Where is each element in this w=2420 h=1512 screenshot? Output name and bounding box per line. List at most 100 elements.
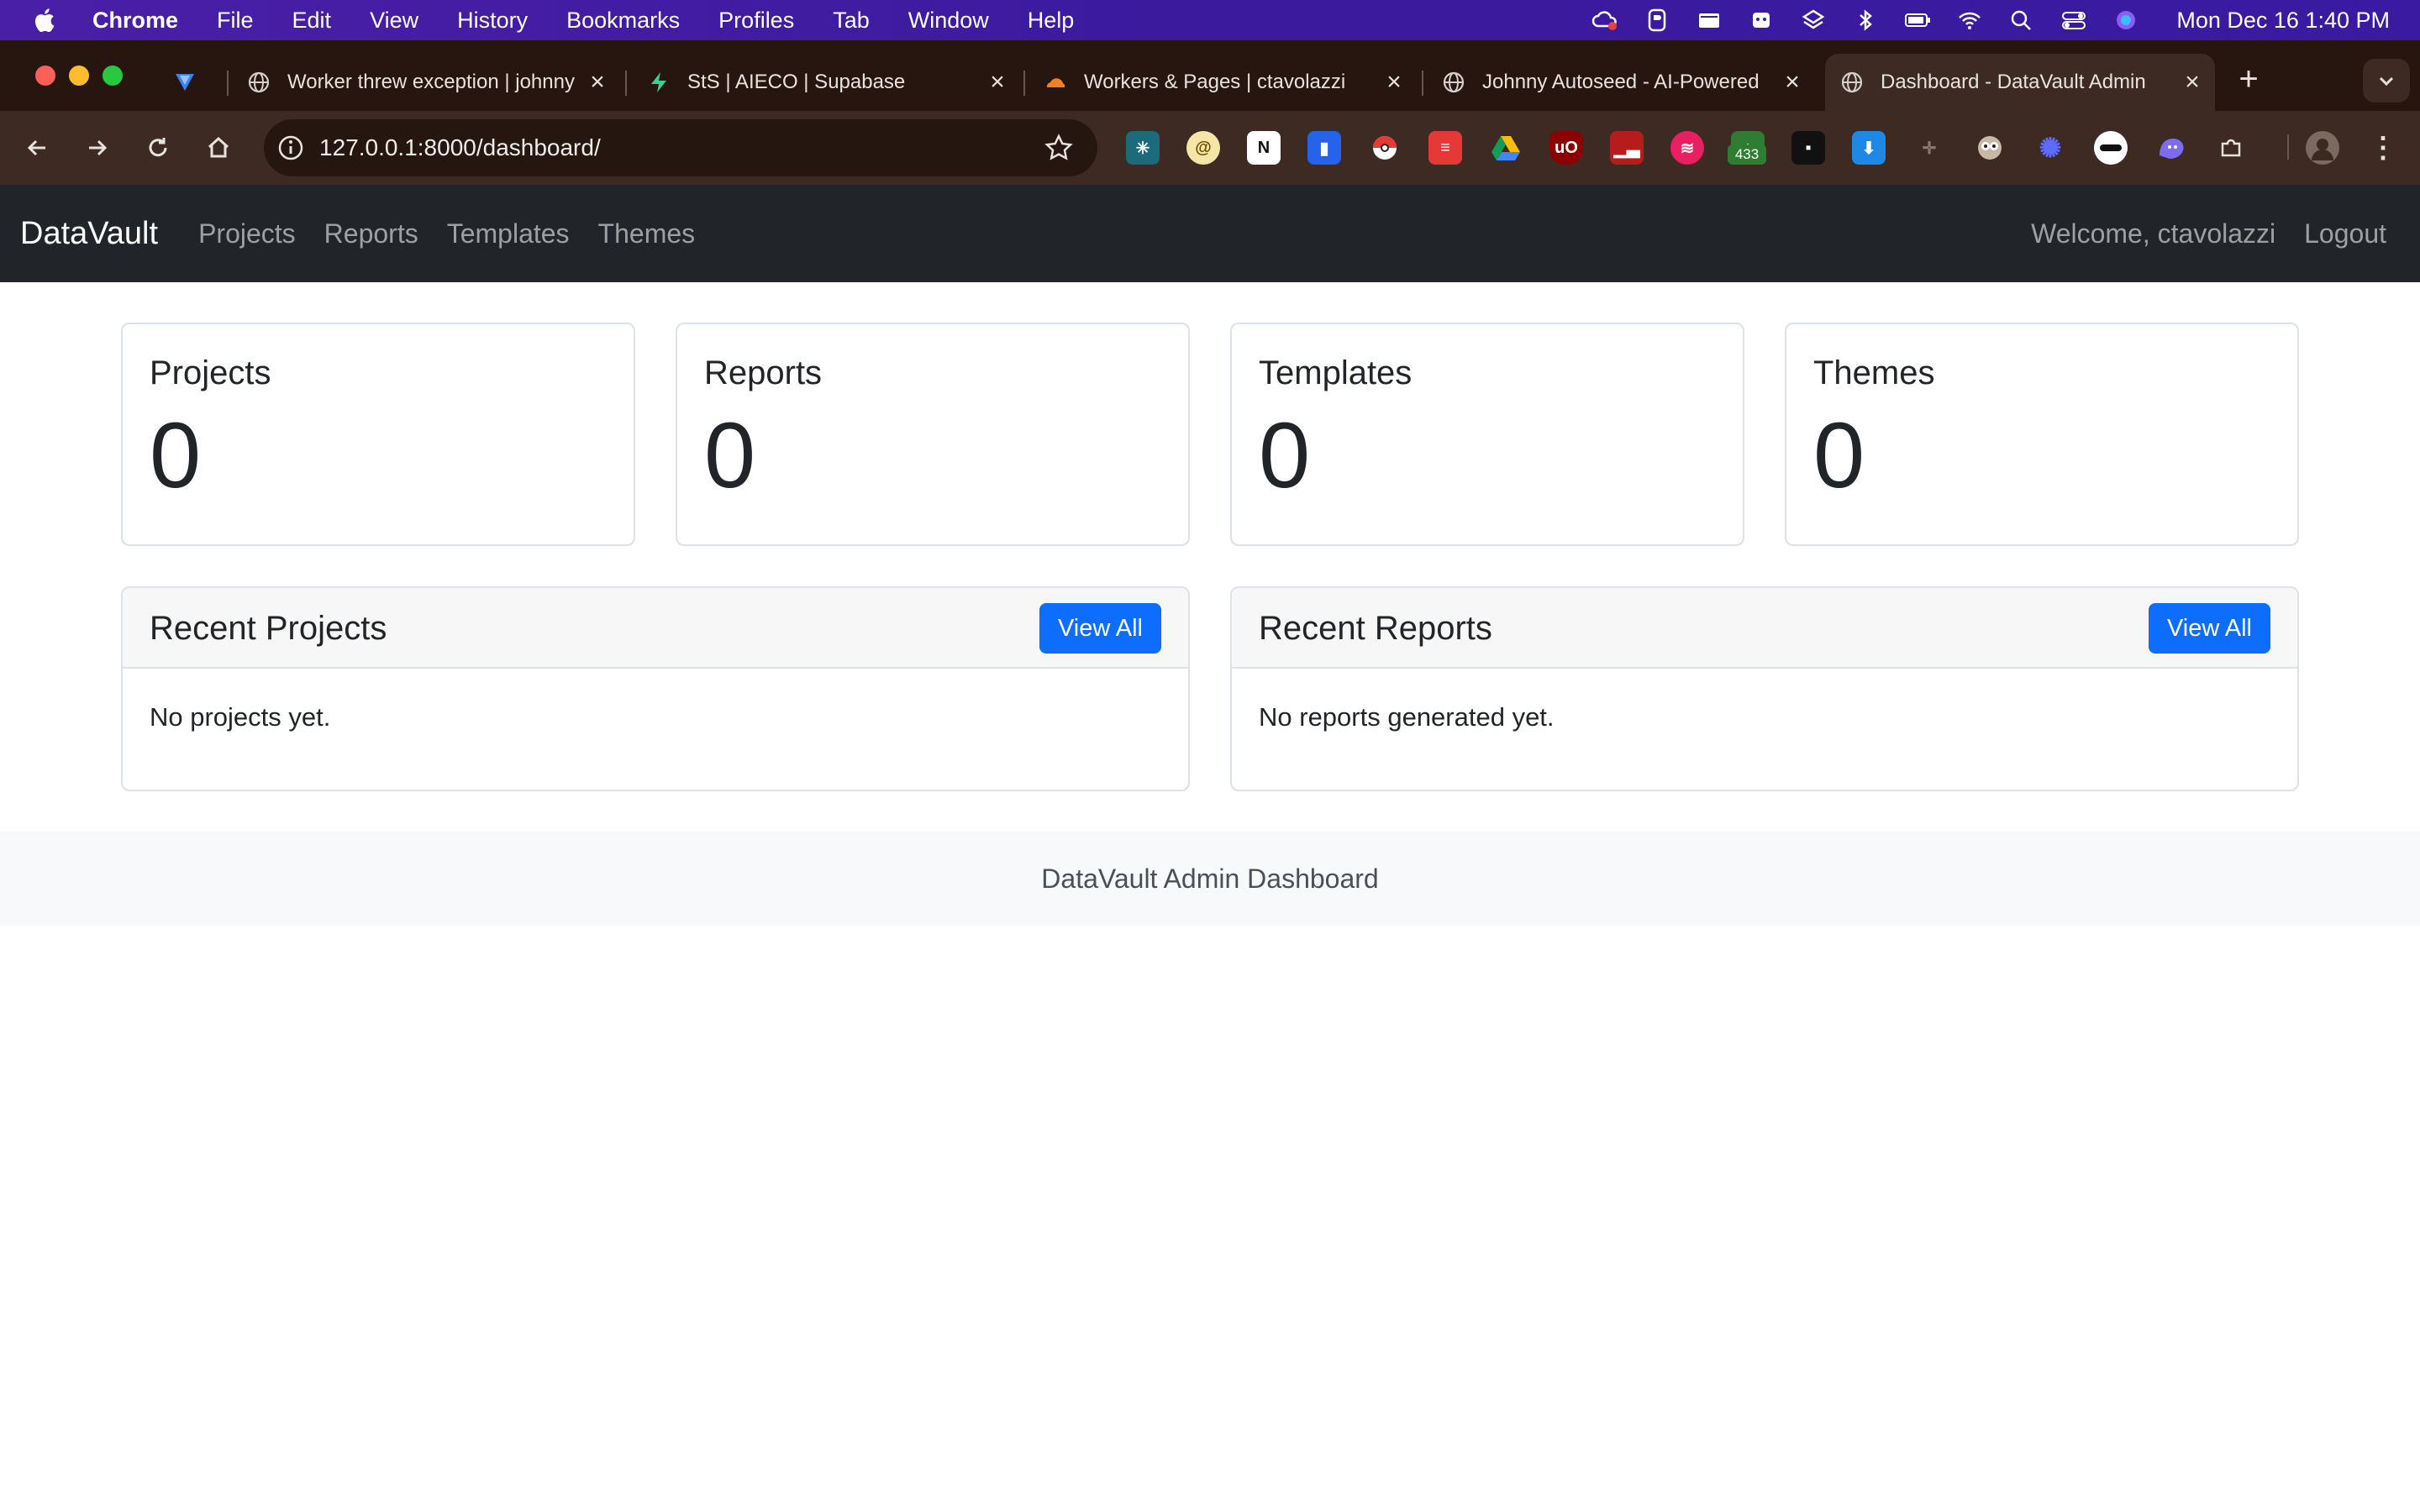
menu-edit[interactable]: Edit — [292, 8, 332, 34]
close-tab-icon[interactable]: × — [2180, 68, 2205, 96]
nav-link-projects[interactable]: Projects — [198, 218, 296, 249]
battery-icon[interactable] — [1904, 8, 1931, 33]
tab-worker-exception[interactable]: Worker threw exception | johnny × — [247, 54, 610, 111]
tab-title: Worker threw exception | johnny — [287, 71, 575, 93]
globe-icon — [1840, 71, 1864, 94]
bookmark-star-icon[interactable] — [1044, 133, 1074, 163]
maximize-window-button[interactable] — [103, 66, 123, 86]
tab-title: Johnny Autoseed - AI-Powered — [1482, 71, 1760, 93]
url-text[interactable]: 127.0.0.1:8000/dashboard/ — [319, 134, 1044, 161]
tab-strip: Worker threw exception | johnny × StS | … — [0, 40, 2420, 111]
ghost-icon[interactable] — [2154, 131, 2188, 165]
extension-dark-icon[interactable]: ▪ — [1791, 131, 1825, 165]
layers-icon[interactable] — [1800, 8, 1827, 33]
address-bar[interactable]: 127.0.0.1:8000/dashboard/ — [264, 119, 1097, 176]
tab-separator — [227, 71, 229, 96]
tab-dashboard-active[interactable]: Dashboard - DataVault Admin × — [1825, 54, 2215, 111]
tab-johnny-autoseed[interactable]: Johnny Autoseed - AI-Powered × — [1442, 54, 1805, 111]
welcome-text: Welcome, ctavolazzi — [2031, 218, 2276, 249]
reload-button[interactable] — [138, 128, 178, 168]
cloudflare-icon — [1044, 71, 1067, 94]
apple-logo-icon[interactable] — [32, 7, 55, 34]
tab-title: Workers & Pages | ctavolazzi — [1084, 71, 1346, 93]
logout-link[interactable]: Logout — [2304, 218, 2386, 249]
todoist-icon[interactable]: ≡ — [1428, 131, 1462, 165]
stat-card-reports: Reports 0 — [676, 323, 1190, 546]
menu-view[interactable]: View — [370, 8, 418, 34]
clapper-icon[interactable] — [1696, 8, 1723, 33]
google-drive-icon[interactable] — [1489, 131, 1523, 165]
bookmark-extension-icon[interactable]: ▮ — [1307, 131, 1341, 165]
menu-help[interactable]: Help — [1028, 8, 1075, 34]
wifi-icon[interactable] — [1956, 8, 1983, 33]
notion-icon[interactable]: N — [1247, 131, 1281, 165]
close-tab-icon[interactable]: × — [1381, 68, 1407, 96]
view-all-projects-button[interactable]: View All — [1039, 603, 1161, 654]
arrow-right-icon — [89, 139, 108, 156]
control-center-icon[interactable] — [2060, 8, 2087, 33]
menu-bookmarks[interactable]: Bookmarks — [566, 8, 680, 34]
panel-title: Recent Reports — [1259, 610, 1492, 647]
download-icon[interactable]: ⬇ — [1852, 131, 1886, 165]
chart-extension-icon[interactable]: ▁▃ — [1610, 131, 1644, 165]
extension-at-sign-icon[interactable]: @ — [1186, 131, 1220, 165]
tab-cloudflare[interactable]: Workers & Pages | ctavolazzi × — [1044, 54, 1407, 111]
chevron-down-icon — [2379, 76, 2394, 87]
bluetooth-icon[interactable] — [1852, 8, 1879, 33]
pokeball-icon[interactable] — [1368, 131, 1402, 165]
creative-cloud-icon[interactable] — [1591, 8, 1618, 33]
minimize-window-button[interactable] — [69, 66, 89, 86]
stat-card-projects: Projects 0 — [121, 323, 635, 546]
close-tab-icon[interactable]: × — [985, 68, 1010, 96]
menu-file[interactable]: File — [217, 8, 254, 34]
tab-separator — [625, 71, 627, 96]
back-button[interactable] — [17, 128, 57, 168]
close-tab-icon[interactable]: × — [585, 68, 610, 96]
ublock-origin-icon[interactable]: uO — [1549, 131, 1583, 165]
spotlight-search-icon[interactable] — [2008, 8, 2035, 33]
tab-title: Dashboard - DataVault Admin — [1881, 71, 2146, 93]
stat-card-themes: Themes 0 — [1785, 323, 2299, 546]
extension-eye-icon[interactable] — [2094, 131, 2128, 165]
new-tab-button[interactable]: + — [2232, 60, 2265, 97]
view-all-reports-button[interactable]: View All — [2148, 603, 2270, 654]
tab-search-button[interactable] — [2363, 59, 2410, 102]
menu-window[interactable]: Window — [908, 8, 989, 34]
menu-app-name[interactable]: Chrome — [92, 8, 178, 34]
site-info-icon[interactable] — [276, 133, 306, 163]
extensions-puzzle-icon[interactable] — [2215, 131, 2249, 165]
stat-label: Projects — [150, 354, 271, 391]
bear-app-icon[interactable] — [1644, 8, 1670, 33]
extension-circle-icon[interactable]: ≋ — [1670, 131, 1704, 165]
tab-supabase[interactable]: StS | AIECO | Supabase × — [647, 54, 1010, 111]
menubar-clock[interactable]: Mon Dec 16 1:40 PM — [2176, 8, 2390, 34]
macos-menu-bar: Chrome File Edit View History Bookmarks … — [0, 0, 2420, 40]
close-window-button[interactable] — [35, 66, 55, 86]
siri-icon[interactable] — [2112, 8, 2139, 33]
sparkle-icon[interactable]: ✺ — [2033, 131, 2067, 165]
reload-icon — [149, 138, 167, 157]
nav-link-templates[interactable]: Templates — [447, 218, 570, 249]
crosshair-icon[interactable]: ✛ — [1912, 131, 1946, 165]
stat-value: 0 — [704, 404, 756, 507]
extension-graph-icon[interactable]: ✳ — [1126, 131, 1160, 165]
panel-title: Recent Projects — [150, 610, 387, 647]
claude-bot-icon[interactable] — [1748, 8, 1775, 33]
stat-card-templates: Templates 0 — [1230, 323, 1744, 546]
forward-button[interactable] — [77, 128, 118, 168]
close-tab-icon[interactable]: × — [1780, 68, 1805, 96]
menu-profiles[interactable]: Profiles — [718, 8, 794, 34]
menu-tab[interactable]: Tab — [833, 8, 870, 34]
tab-pinned[interactable] — [173, 54, 224, 111]
home-button[interactable] — [198, 128, 239, 168]
home-icon — [208, 136, 229, 158]
status-area: Mon Dec 16 1:40 PM — [1591, 0, 2390, 40]
chrome-menu-icon[interactable]: ⋮ — [2366, 131, 2400, 165]
nav-link-themes[interactable]: Themes — [598, 218, 696, 249]
menu-history[interactable]: History — [457, 8, 528, 34]
profile-avatar[interactable] — [2306, 131, 2339, 165]
owl-icon[interactable] — [1973, 131, 2007, 165]
panel-header: Recent Projects View All — [123, 588, 1188, 669]
nav-link-reports[interactable]: Reports — [324, 218, 418, 249]
brand-link[interactable]: DataVault — [20, 216, 158, 252]
